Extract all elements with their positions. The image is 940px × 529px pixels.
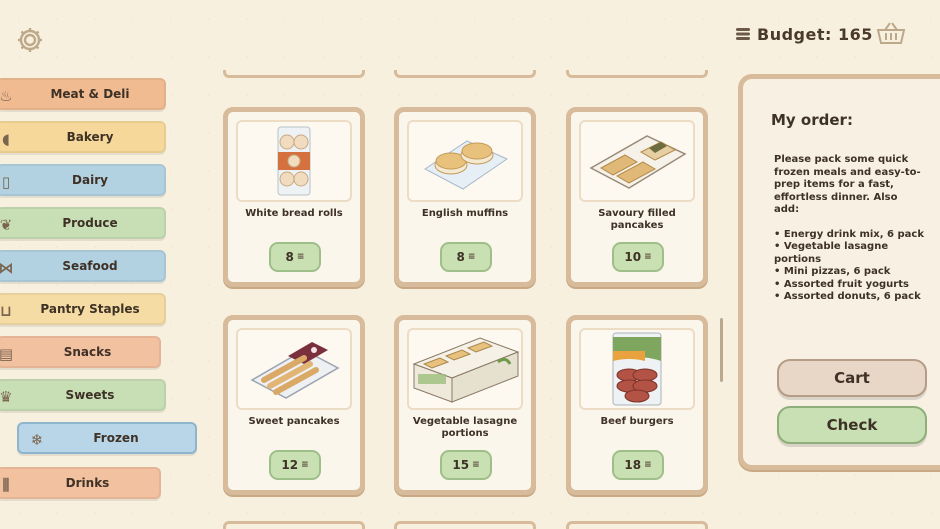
price-value: 15	[452, 458, 470, 472]
category-label: Produce	[62, 216, 118, 230]
category-drinks[interactable]: ⫼ Drinks	[0, 467, 161, 499]
lasagne-box-icon	[412, 337, 520, 403]
category-pantry-staples[interactable]: ⊔ Pantry Staples	[0, 293, 166, 325]
category-label: Dairy	[72, 173, 108, 187]
product-name: Sweet pancakes	[248, 416, 340, 427]
product-scrollbar[interactable]	[720, 318, 723, 382]
sweet-pancakes-icon	[250, 342, 340, 399]
product-image	[579, 120, 695, 202]
bottle-icon: ⫼	[2, 476, 10, 494]
price-button[interactable]: 15 ≡	[440, 450, 492, 480]
price-button[interactable]: 10 ≡	[612, 242, 664, 272]
english-muffins-icon	[424, 140, 509, 190]
price-button[interactable]: 12 ≡	[269, 450, 321, 480]
cart-button[interactable]: Cart	[777, 359, 927, 397]
beef-burgers-icon	[612, 332, 662, 406]
price-value: 8	[456, 250, 465, 264]
category-label: Meat & Deli	[50, 87, 130, 101]
product-card[interactable]: English muffins 8 ≡	[394, 107, 536, 287]
product-image	[407, 120, 523, 202]
shelf-edge-top	[566, 70, 708, 78]
chips-icon: ▤	[0, 345, 14, 363]
basket-icon[interactable]	[876, 21, 906, 45]
category-frozen[interactable]: ❄ Frozen	[17, 422, 197, 454]
order-item: • Vegetable lasagne portions	[774, 241, 889, 265]
product-card[interactable]: White bread rolls 8 ≡	[223, 107, 365, 287]
order-title: My order:	[771, 111, 853, 129]
product-card[interactable]: Sweet pancakes 12 ≡	[223, 315, 365, 495]
bread-rolls-icon	[277, 126, 311, 196]
milk-icon: ▯	[1, 173, 11, 191]
product-card[interactable]: Beef burgers 18 ≡	[566, 315, 708, 495]
order-item: • Assorted donuts, 6 pack	[774, 291, 921, 302]
category-label: Seafood	[62, 259, 118, 273]
fish-icon: ⋈	[0, 259, 14, 277]
savoury-pancakes-icon	[589, 135, 687, 189]
budget-label: Budget: 165	[757, 25, 873, 44]
price-value: 10	[624, 250, 642, 264]
category-produce[interactable]: ❦ Produce	[0, 207, 166, 239]
price-button[interactable]: 8 ≡	[440, 242, 492, 272]
price-button[interactable]: 18 ≡	[612, 450, 664, 480]
category-seafood[interactable]: ⋈ Seafood	[0, 250, 166, 282]
coins-icon: ≡	[296, 252, 305, 262]
category-label: Frozen	[93, 431, 139, 445]
category-label: Sweets	[65, 388, 115, 402]
category-sweets[interactable]: ♛ Sweets	[0, 379, 166, 411]
gear-icon[interactable]	[15, 25, 45, 55]
sausage-icon: ♨	[0, 87, 13, 105]
order-item: • Energy drink mix, 6 pack	[774, 228, 924, 240]
product-image	[236, 328, 352, 410]
product-name: Vegetable lasagne portions	[412, 416, 518, 439]
product-image	[579, 328, 695, 410]
price-value: 8	[285, 250, 294, 264]
category-label: Pantry Staples	[40, 302, 140, 316]
jars-icon: ⊔	[0, 302, 12, 320]
category-dairy[interactable]: ▯ Dairy	[0, 164, 166, 196]
shelf-edge-bottom	[566, 521, 708, 529]
order-list: • Energy drink mix, 6 pack • Vegetable l…	[774, 229, 924, 304]
price-button[interactable]: 8 ≡	[269, 242, 321, 272]
product-name: White bread rolls	[245, 208, 343, 219]
check-button[interactable]: Check	[777, 406, 927, 444]
cupcake-icon: ♛	[0, 388, 13, 406]
product-name: Beef burgers	[600, 416, 674, 427]
coins-icon: ≡	[644, 460, 652, 470]
shelf-edge-bottom	[394, 521, 536, 529]
order-item: • Mini pizzas, 6 pack	[774, 266, 891, 277]
shelf-edge-bottom	[223, 521, 365, 529]
category-snacks[interactable]: ▤ Snacks	[0, 336, 161, 368]
shelf-edge-top	[394, 70, 536, 78]
coins-icon: ≡	[467, 252, 476, 262]
product-name: English muffins	[421, 208, 509, 219]
coins-icon: ≡	[301, 460, 309, 470]
budget-display: Budget: 165	[735, 25, 873, 44]
coins-icon	[736, 28, 750, 40]
category-label: Drinks	[65, 476, 110, 490]
product-image	[236, 120, 352, 202]
shelf-edge-top	[223, 70, 365, 78]
order-text: Please pack some quick frozen meals and …	[774, 154, 924, 304]
product-card[interactable]: Savoury filled pancakes 10 ≡	[566, 107, 708, 287]
bread-icon: ◖	[2, 130, 10, 148]
order-panel: My order: Please pack some quick frozen …	[738, 74, 940, 470]
order-item: • Assorted fruit yogurts	[774, 278, 909, 290]
produce-icon: ❦	[0, 216, 13, 234]
category-meat-deli[interactable]: ♨ Meat & Deli	[0, 78, 166, 110]
category-bakery[interactable]: ◖ Bakery	[0, 121, 166, 153]
coins-icon: ≡	[644, 252, 652, 262]
category-label: Bakery	[66, 130, 114, 144]
product-image	[407, 328, 523, 410]
product-card[interactable]: Vegetable lasagne portions 15 ≡	[394, 315, 536, 495]
snowflake-icon: ❄	[30, 431, 44, 449]
coins-icon: ≡	[472, 460, 480, 470]
order-intro: Please pack some quick frozen meals and …	[774, 154, 921, 215]
category-label: Snacks	[63, 345, 112, 359]
price-value: 18	[624, 458, 642, 472]
product-name: Savoury filled pancakes	[598, 208, 676, 231]
price-value: 12	[281, 458, 299, 472]
